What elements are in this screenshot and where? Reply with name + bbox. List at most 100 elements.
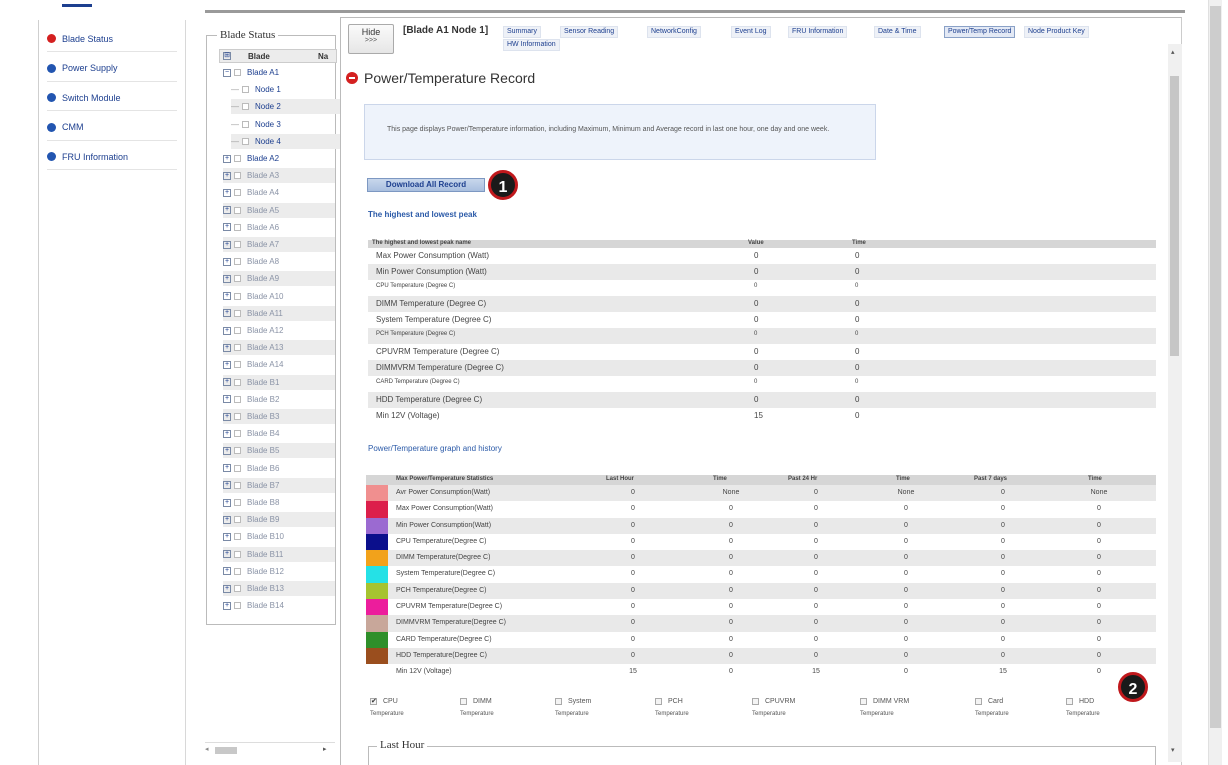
- checkbox-icon[interactable]: [752, 698, 759, 705]
- expand-icon[interactable]: +: [223, 464, 231, 473]
- tab-fru-information[interactable]: FRU Information: [788, 26, 848, 38]
- expand-icon[interactable]: +: [223, 378, 231, 387]
- expand-icon[interactable]: +: [223, 188, 231, 197]
- blade-tree-row[interactable]: + Blade B14: [223, 598, 335, 613]
- checkbox-dimm-temperature[interactable]: DIMM Temperature: [460, 698, 540, 717]
- blade-tree-row[interactable]: + Blade A7: [223, 237, 335, 252]
- blade-tree-row[interactable]: + Blade A2: [223, 151, 335, 166]
- expand-icon[interactable]: +: [223, 601, 231, 610]
- expand-all-icon[interactable]: ⊞: [223, 52, 231, 60]
- expand-icon[interactable]: +: [223, 154, 231, 163]
- nav-item-fru-information[interactable]: FRU Information: [47, 144, 177, 170]
- expand-icon[interactable]: +: [223, 309, 231, 318]
- blade-tree-row[interactable]: + Blade B8: [223, 495, 335, 510]
- blade-tree-row[interactable]: + Blade B6: [223, 461, 335, 476]
- blade-tree-row[interactable]: + Blade A5: [223, 202, 335, 218]
- blade-tree-row[interactable]: + Blade A10: [223, 289, 335, 304]
- blade-panel-hscroll[interactable]: ◂ ▸: [205, 742, 335, 756]
- tree-checkbox[interactable]: [234, 327, 241, 334]
- window-scrollbar[interactable]: [1208, 0, 1222, 765]
- blade-tree-row[interactable]: + Blade B1: [223, 374, 335, 390]
- tree-checkbox[interactable]: [234, 241, 241, 248]
- expand-icon[interactable]: +: [223, 292, 231, 301]
- tree-checkbox[interactable]: [234, 533, 241, 541]
- blade-tree-row[interactable]: + Blade A6: [223, 220, 335, 235]
- scroll-down-icon[interactable]: ▾: [1171, 746, 1175, 754]
- blade-tree-row[interactable]: + Blade A4: [223, 185, 335, 200]
- blade-tree-row[interactable]: + Blade A3: [223, 168, 335, 184]
- expand-icon[interactable]: +: [223, 550, 231, 559]
- blade-tree-row[interactable]: + Blade B12: [223, 564, 335, 579]
- tree-checkbox[interactable]: [234, 223, 241, 231]
- checkbox-cpu-temperature[interactable]: ✔ CPU Temperature: [370, 698, 450, 717]
- tab-node-product-key[interactable]: Node Product Key: [1024, 26, 1089, 38]
- scroll-up-icon[interactable]: ▴: [1171, 48, 1175, 56]
- expand-icon[interactable]: +: [223, 223, 231, 232]
- expand-icon[interactable]: +: [223, 515, 231, 524]
- window-scroll-thumb[interactable]: [1210, 6, 1221, 728]
- tree-checkbox[interactable]: [234, 189, 241, 197]
- content-scrollbar[interactable]: ▴ ▾: [1168, 44, 1182, 762]
- hscroll-thumb[interactable]: [215, 747, 237, 754]
- checkbox-cpuvrm-temperature[interactable]: CPUVRM Temperature: [752, 698, 832, 717]
- tree-checkbox[interactable]: [234, 585, 241, 592]
- expand-icon[interactable]: +: [223, 498, 231, 507]
- tree-checkbox[interactable]: [234, 292, 241, 300]
- expand-icon[interactable]: +: [223, 567, 231, 576]
- blade-tree-row[interactable]: + Blade B5: [223, 443, 335, 459]
- tree-checkbox[interactable]: [242, 103, 249, 111]
- blade-tree-row[interactable]: + Blade A11: [223, 305, 335, 321]
- blade-tree-row[interactable]: + Blade B13: [223, 581, 335, 596]
- download-all-record-button[interactable]: Download All Record: [367, 178, 485, 192]
- tree-checkbox[interactable]: [234, 464, 241, 472]
- checkbox-icon[interactable]: [655, 698, 662, 705]
- nav-item-blade-status[interactable]: Blade Status: [47, 26, 177, 52]
- blade-tree-row[interactable]: + Blade B3: [223, 409, 335, 424]
- checkbox-icon[interactable]: [460, 698, 467, 705]
- tree-checkbox[interactable]: [234, 395, 241, 403]
- tree-checkbox[interactable]: [234, 275, 241, 283]
- checkbox-dimm-vrm-temperature[interactable]: DIMM VRM Temperature: [860, 698, 940, 717]
- blade-tree-row[interactable]: + Blade A8: [223, 254, 335, 269]
- expand-icon[interactable]: +: [223, 206, 231, 215]
- tree-checkbox[interactable]: [242, 120, 249, 128]
- tab-networkconfig[interactable]: NetworkConfig: [647, 26, 701, 38]
- tree-checkbox[interactable]: [234, 378, 241, 386]
- tree-checkbox[interactable]: [234, 344, 241, 352]
- checkbox-card-temperature[interactable]: Card Temperature: [975, 698, 1055, 717]
- tree-checkbox[interactable]: [234, 172, 241, 180]
- tree-checkbox[interactable]: [234, 69, 241, 76]
- tree-checkbox[interactable]: [234, 447, 241, 455]
- checkbox-icon[interactable]: [860, 698, 867, 705]
- expand-icon[interactable]: +: [223, 360, 231, 369]
- checkbox-checked-icon[interactable]: ✔: [370, 698, 377, 705]
- tree-checkbox[interactable]: [234, 258, 241, 266]
- expand-icon[interactable]: +: [223, 343, 231, 352]
- checkbox-system-temperature[interactable]: System Temperature: [555, 698, 635, 717]
- blade-tree-row[interactable]: + Blade A9: [223, 271, 335, 287]
- checkbox-pch-temperature[interactable]: PCH Temperature: [655, 698, 735, 717]
- tab-power-temp-record[interactable]: Power/Temp Record: [944, 26, 1016, 38]
- tree-checkbox[interactable]: [234, 567, 241, 575]
- blade-tree-row[interactable]: + Blade A14: [223, 357, 335, 372]
- tree-checkbox[interactable]: [234, 550, 241, 558]
- nav-item-switch-module[interactable]: Switch Module: [47, 85, 177, 111]
- tree-checkbox[interactable]: [234, 155, 241, 162]
- tree-checkbox[interactable]: [242, 137, 249, 145]
- tab-sensor-reading[interactable]: Sensor Reading: [560, 26, 619, 38]
- blade-tree-row[interactable]: + Blade B2: [223, 392, 335, 407]
- expand-icon[interactable]: +: [223, 429, 231, 438]
- tree-checkbox[interactable]: [234, 481, 241, 489]
- blade-tree-row[interactable]: — Node 1: [231, 82, 343, 97]
- blade-tree-row[interactable]: + Blade B11: [223, 546, 335, 562]
- expand-icon[interactable]: +: [223, 584, 231, 593]
- blade-tree-row[interactable]: + Blade B10: [223, 529, 335, 544]
- expand-icon[interactable]: +: [223, 446, 231, 455]
- tab-event-log[interactable]: Event Log: [731, 26, 771, 38]
- expand-icon[interactable]: +: [223, 412, 231, 421]
- scroll-left-icon[interactable]: ◂: [205, 745, 209, 753]
- expand-icon[interactable]: +: [223, 326, 231, 335]
- blade-tree-row[interactable]: + Blade A12: [223, 323, 335, 338]
- tree-checkbox[interactable]: [234, 516, 241, 524]
- expand-icon[interactable]: +: [223, 274, 231, 283]
